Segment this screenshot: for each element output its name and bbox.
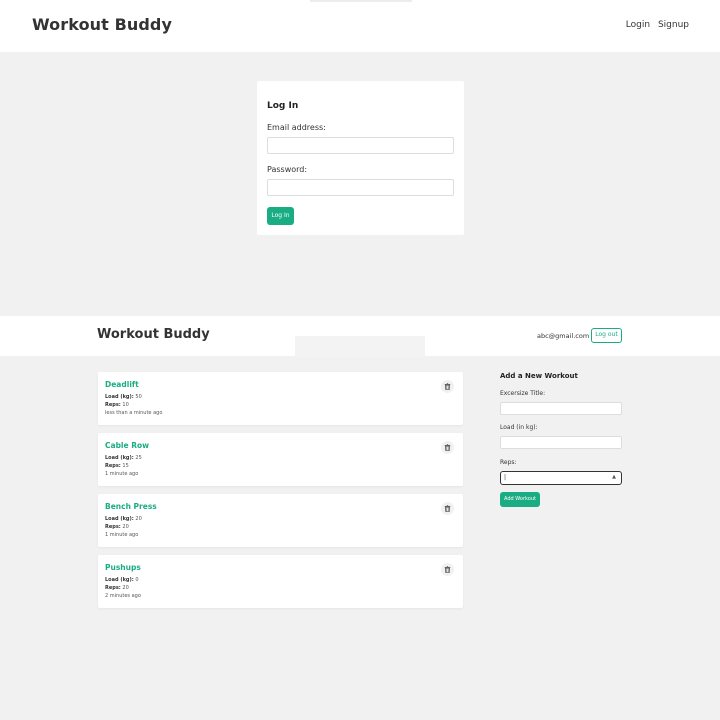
load-label: Load (kg):: [105, 455, 134, 461]
brand-logo[interactable]: Workout Buddy: [97, 327, 210, 342]
reps-label: Reps:: [105, 524, 121, 530]
header-nav: Login Signup: [621, 20, 689, 30]
delete-button[interactable]: [441, 380, 454, 393]
workout-title: Pushups: [105, 563, 141, 572]
email-field[interactable]: [267, 137, 454, 154]
workout-time: 2 minutes ago: [105, 593, 141, 599]
workout-reps: Reps: 20: [105, 585, 129, 591]
login-header: Workout Buddy Login Signup: [0, 0, 720, 52]
load-label: Load (in kg):: [500, 424, 538, 431]
brand-logo[interactable]: Workout Buddy: [32, 15, 172, 34]
workout-card: Pushups Load (kg): 0 Reps: 20 2 minutes …: [98, 555, 463, 608]
workout-card: Cable Row Load (kg): 25 Reps: 15 1 minut…: [98, 433, 463, 486]
workout-time: 1 minute ago: [105, 532, 139, 538]
workout-title: Cable Row: [105, 441, 150, 450]
workout-load: Load (kg): 20: [105, 516, 142, 522]
workout-title: Deadlift: [105, 380, 139, 389]
up-down-arrows-icon: ▲: [612, 474, 616, 480]
reps-field[interactable]: | ▲: [500, 471, 622, 485]
reps-label: Reps:: [105, 402, 121, 408]
password-label: Password:: [267, 165, 308, 174]
workout-reps: Reps: 15: [105, 463, 129, 469]
title-label: Excersize Title:: [500, 390, 546, 397]
logout-button[interactable]: Log out: [591, 328, 622, 343]
load-value: 20: [135, 516, 142, 522]
workout-load: Load (kg): 0: [105, 577, 139, 583]
workout-card: Bench Press Load (kg): 20 Reps: 20 1 min…: [98, 494, 463, 547]
form-title: Add a New Workout: [500, 372, 578, 380]
workout-reps: Reps: 20: [105, 524, 129, 530]
trash-icon: [444, 566, 451, 573]
workout-load: Load (kg): 25: [105, 455, 142, 461]
reps-value: 10: [122, 402, 129, 408]
load-value: 0: [135, 577, 139, 583]
load-value: 25: [135, 455, 142, 461]
delete-button[interactable]: [441, 563, 454, 576]
workout-load: Load (kg): 50: [105, 394, 142, 400]
reps-value: |: [504, 474, 507, 481]
ghost-overlay: [295, 336, 425, 357]
delete-button[interactable]: [441, 502, 454, 515]
reps-label: Reps:: [105, 463, 121, 469]
workout-title: Bench Press: [105, 502, 157, 511]
trash-icon: [444, 444, 451, 451]
workout-card: Deadlift Load (kg): 50 Reps: 10 less tha…: [98, 372, 463, 425]
email-label: Email address:: [267, 123, 326, 132]
add-workout-button[interactable]: Add Workout: [500, 492, 540, 507]
load-value: 50: [135, 394, 142, 400]
trash-icon: [444, 505, 451, 512]
login-button[interactable]: Log In: [267, 207, 294, 225]
reps-label: Reps:: [105, 585, 121, 591]
workout-time: 1 minute ago: [105, 471, 139, 477]
load-label: Load (kg):: [105, 577, 134, 583]
ghost-overlay: [310, 0, 412, 2]
title-field[interactable]: [500, 402, 622, 415]
workout-reps: Reps: 10: [105, 402, 129, 408]
delete-button[interactable]: [441, 441, 454, 454]
reps-value: 15: [122, 463, 129, 469]
login-link[interactable]: Login: [626, 20, 650, 30]
user-email: abc@gmail.com: [537, 332, 590, 340]
signup-link[interactable]: Signup: [658, 20, 689, 30]
password-field[interactable]: [267, 179, 454, 196]
reps-label: Reps:: [500, 459, 517, 466]
load-label: Load (kg):: [105, 516, 134, 522]
workout-time: less than a minute ago: [105, 410, 163, 416]
login-title: Log In: [267, 101, 299, 111]
reps-value: 20: [122, 585, 129, 591]
trash-icon: [444, 383, 451, 390]
reps-value: 20: [122, 524, 129, 530]
login-form: Log In Email address: Password: Log In: [257, 81, 464, 235]
load-label: Load (kg):: [105, 394, 134, 400]
load-field[interactable]: [500, 436, 622, 449]
